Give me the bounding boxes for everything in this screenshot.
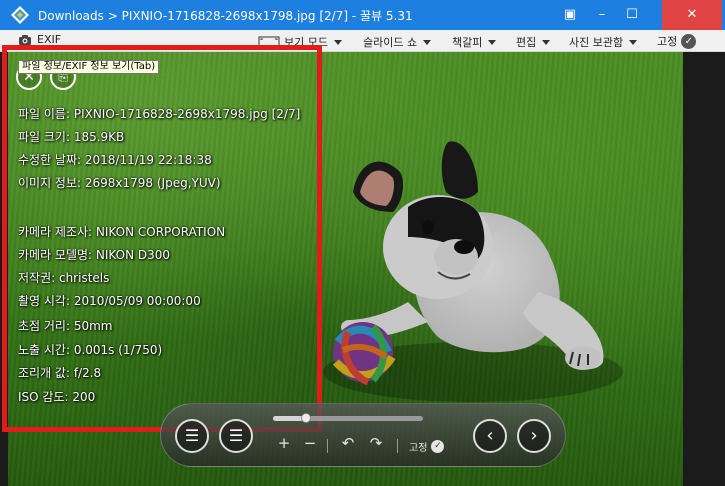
pin-label: 고정: [657, 35, 678, 48]
edit-menu[interactable]: 편집: [516, 34, 551, 50]
rotate-left-button[interactable]: ↶: [339, 434, 357, 452]
pin-toggle[interactable]: 고정 ✓: [657, 33, 697, 49]
photo-library-label: 사진 보관함: [569, 36, 624, 49]
camera-icon: [19, 34, 31, 45]
pin-controls-label: 고정: [409, 443, 428, 454]
check-icon: ✓: [431, 440, 445, 453]
highlight-box: [2, 45, 322, 432]
zoom-out-button[interactable]: −: [301, 434, 319, 452]
chevron-down-icon: [333, 39, 342, 45]
separator: [397, 439, 398, 453]
maximize-button[interactable]: ☐: [617, 0, 647, 30]
previous-image-button[interactable]: ‹: [473, 419, 507, 453]
slideshow-menu[interactable]: 슬라이드 쇼: [363, 34, 432, 50]
app-logo-icon: [11, 6, 29, 24]
chevron-down-icon: [488, 39, 497, 45]
chevron-down-icon: [423, 39, 432, 45]
position-slider[interactable]: [273, 413, 423, 423]
next-image-button[interactable]: ›: [517, 419, 551, 453]
photo-library-menu[interactable]: 사진 보관함: [569, 34, 638, 50]
right-border: [683, 52, 725, 486]
bookmark-menu[interactable]: 책갈피: [452, 34, 497, 50]
bookmark-label: 책갈피: [452, 36, 483, 49]
zoom-in-button[interactable]: +: [275, 434, 293, 452]
separator: [327, 439, 328, 453]
chevron-down-icon: [542, 39, 551, 45]
slider-knob[interactable]: [301, 413, 311, 423]
rotate-right-button[interactable]: ↷: [367, 434, 385, 452]
pin-window-button[interactable]: ▣: [555, 0, 585, 30]
close-button[interactable]: ✕: [662, 0, 722, 30]
window-title: Downloads > PIXNIO-1716828-2698x1798.jpg…: [38, 9, 413, 23]
slideshow-label: 슬라이드 쇼: [363, 36, 418, 49]
list-button[interactable]: ☰: [219, 419, 253, 453]
menu-button[interactable]: ☰: [175, 419, 209, 453]
pin-controls-toggle[interactable]: 고정 ✓: [409, 439, 445, 454]
playback-control-bar: ☰ ☰ + − ↶ ↷ 고정 ✓ ‹ ›: [160, 403, 566, 467]
edit-label: 편집: [516, 36, 537, 49]
title-bar: Downloads > PIXNIO-1716828-2698x1798.jpg…: [0, 0, 725, 30]
minimize-button[interactable]: –: [587, 0, 617, 30]
chevron-down-icon: [629, 39, 638, 45]
check-icon: ✓: [681, 33, 697, 49]
viewer-window: Downloads > PIXNIO-1716828-2698x1798.jpg…: [0, 0, 725, 486]
